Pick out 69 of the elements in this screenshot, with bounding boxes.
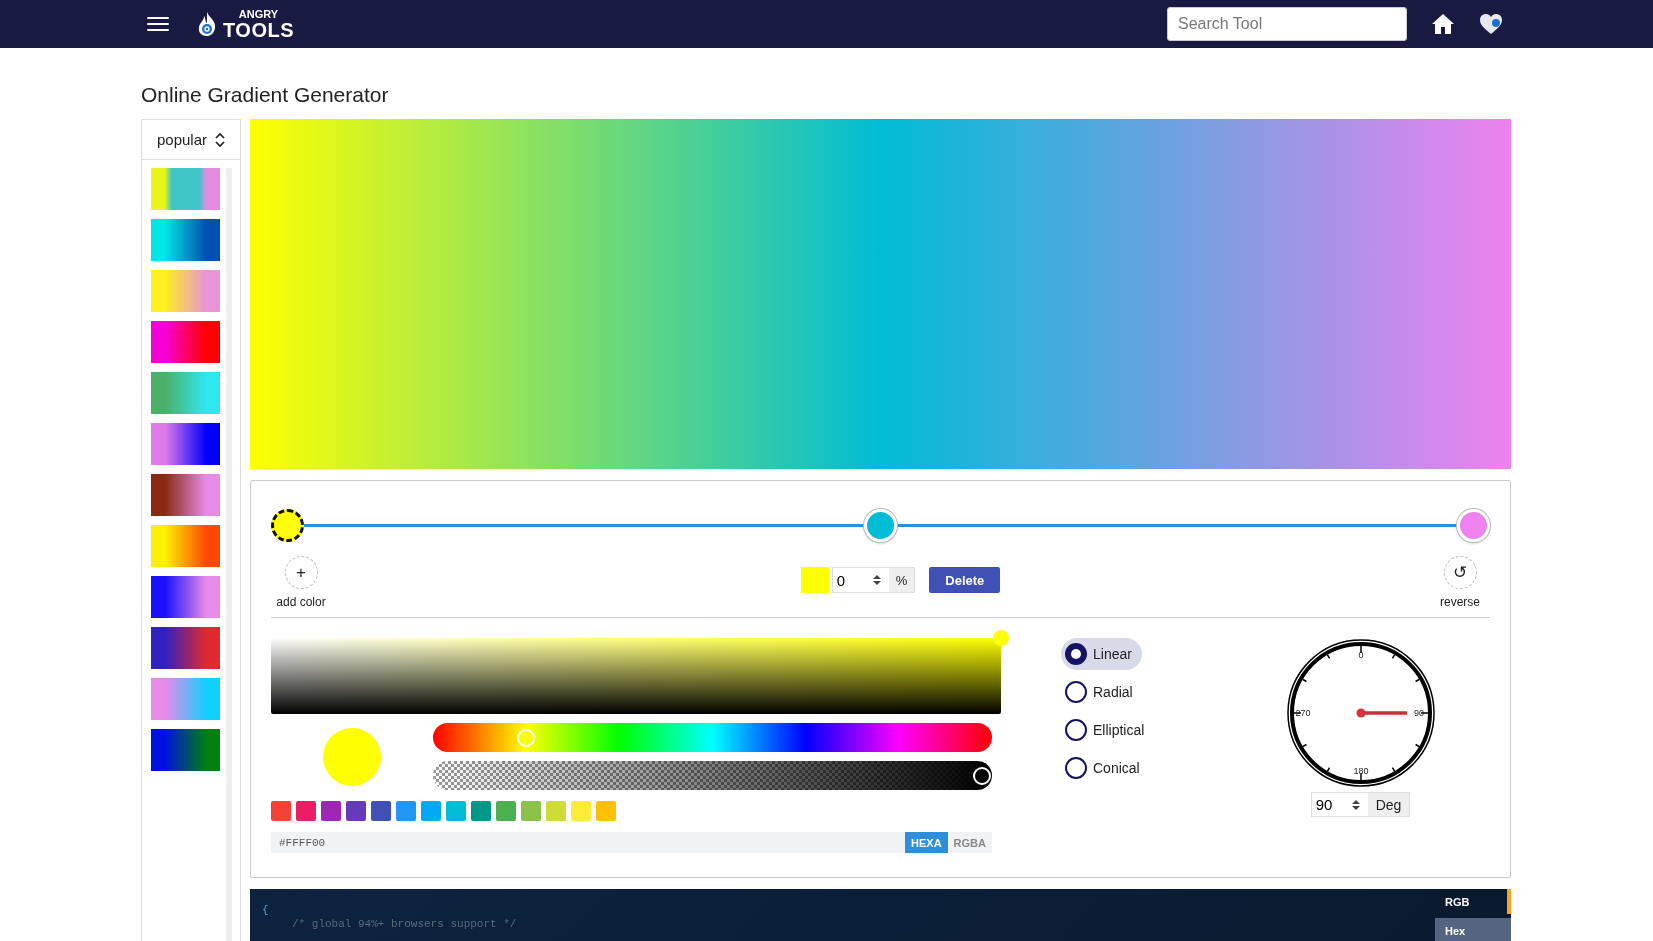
color-preview	[323, 727, 381, 786]
angle-dial[interactable]	[1286, 639, 1435, 787]
palette-swatch[interactable]	[396, 801, 416, 821]
hue-slider[interactable]	[433, 723, 992, 752]
color-value-field[interactable]: #FFFF00	[271, 832, 906, 853]
percent-unit: %	[888, 568, 915, 592]
gradient-type-option[interactable]: Conical	[1061, 752, 1150, 784]
palette-swatch[interactable]	[471, 801, 491, 821]
radio-button[interactable]	[1065, 681, 1087, 703]
palette-swatch[interactable]	[571, 801, 591, 821]
gradient-preset[interactable]	[151, 423, 220, 465]
radio-button[interactable]	[1065, 719, 1087, 741]
color-stop[interactable]	[271, 509, 304, 542]
degree-unit: Deg	[1367, 793, 1410, 816]
menu-button[interactable]	[147, 15, 169, 33]
palette-swatch[interactable]	[271, 801, 291, 821]
palette-swatch[interactable]	[446, 801, 466, 821]
add-color-button[interactable]: +	[284, 556, 318, 589]
code-line: {	[262, 903, 270, 917]
position-field[interactable]: 0 %	[831, 567, 916, 593]
add-color-label: add color	[276, 595, 326, 609]
reverse-label: reverse	[1440, 595, 1480, 609]
alpha-handle[interactable]	[973, 766, 991, 785]
radio-button[interactable]	[1065, 757, 1087, 779]
gradient-type-option[interactable]: Radial	[1061, 676, 1143, 708]
gradient-preset[interactable]	[151, 219, 220, 261]
heart-icon	[1479, 13, 1503, 35]
logo[interactable]: ANGRY TOOLS	[197, 8, 295, 40]
gradient-type-option[interactable]: Elliptical	[1061, 714, 1155, 746]
hue-handle[interactable]	[517, 728, 536, 747]
search-field[interactable]: Search Tool	[1167, 7, 1407, 41]
page-title: Online Gradient Generator	[141, 82, 390, 108]
palette-swatch[interactable]	[346, 801, 366, 821]
gradient-preset[interactable]	[151, 525, 220, 567]
dial-label: 90	[1413, 708, 1424, 718]
code-line: /* global 94%+ browsers support */	[291, 917, 517, 931]
favorites-button[interactable]	[1479, 13, 1503, 35]
palette-swatch[interactable]	[321, 801, 341, 821]
dial-label: 180	[1353, 766, 1368, 776]
radio-button[interactable]	[1065, 643, 1087, 665]
reverse-button[interactable]: ↺	[1443, 556, 1477, 589]
palette-swatch[interactable]	[421, 801, 441, 821]
delete-button[interactable]: Delete	[929, 567, 1001, 593]
code-format-tab[interactable]: Hex	[1435, 918, 1511, 941]
alpha-slider[interactable]	[433, 761, 992, 790]
gradient-preset[interactable]	[151, 576, 220, 618]
gradient-preset[interactable]	[151, 729, 220, 771]
palette-swatch[interactable]	[296, 801, 316, 821]
home-button[interactable]	[1431, 13, 1455, 35]
palette-swatch[interactable]	[596, 801, 616, 821]
palette-swatch[interactable]	[546, 801, 566, 821]
logo-text: ANGRY	[238, 8, 279, 20]
stop-color-swatch	[800, 567, 829, 593]
logo-text: TOOLS	[223, 19, 295, 40]
flame-icon	[197, 11, 217, 37]
palette-swatch[interactable]	[521, 801, 541, 821]
home-icon	[1431, 13, 1455, 35]
palette-swatch[interactable]	[371, 801, 391, 821]
dial-needle[interactable]	[1356, 708, 1407, 718]
chevron-updown-icon	[215, 131, 225, 148]
saturation-field[interactable]	[271, 638, 1001, 714]
palette-swatch[interactable]	[496, 801, 516, 821]
gradient-preset[interactable]	[151, 168, 220, 210]
gradient-preset[interactable]	[151, 474, 220, 516]
gradient-preset[interactable]	[151, 627, 220, 669]
dial-label: 0	[1358, 650, 1363, 660]
saturation-handle[interactable]	[993, 630, 1009, 646]
angle-field[interactable]: 90 Deg	[1310, 792, 1411, 817]
gradient-type-option[interactable]: Linear	[1061, 638, 1142, 670]
